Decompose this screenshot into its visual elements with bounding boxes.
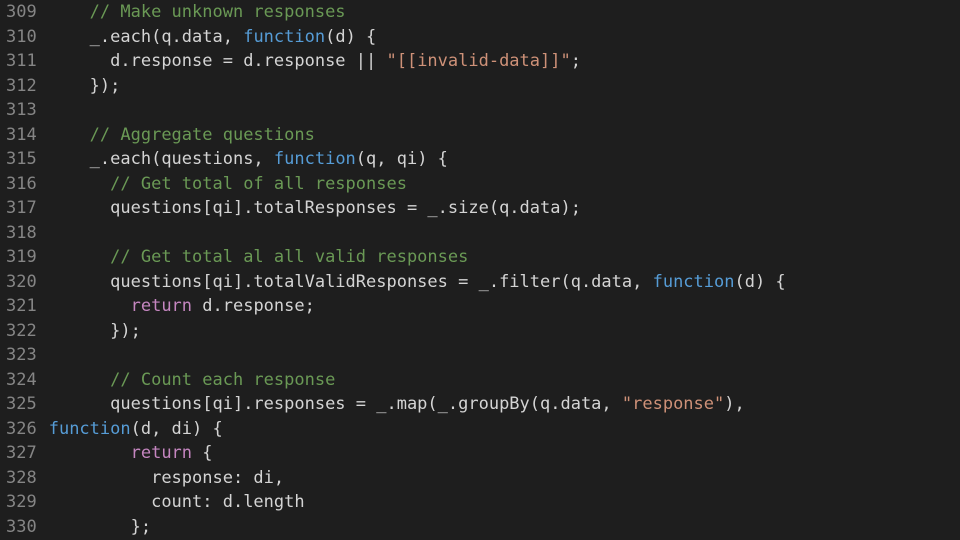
line-number: 326 xyxy=(6,417,37,442)
token: ; xyxy=(571,51,581,71)
token: "[[invalid-data]]" xyxy=(386,51,570,71)
line-number: 327 xyxy=(6,441,37,466)
line-number: 322 xyxy=(6,319,37,344)
line-number: 329 xyxy=(6,490,37,515)
token: (q, qi) { xyxy=(356,149,448,169)
token: return xyxy=(131,296,192,316)
line-number: 317 xyxy=(6,196,37,221)
line-number: 313 xyxy=(6,98,37,123)
line-number: 328 xyxy=(6,466,37,491)
token: }; xyxy=(131,517,151,537)
line-number: 311 xyxy=(6,49,37,74)
line-number: 325 xyxy=(6,392,37,417)
token: (d) { xyxy=(734,272,785,292)
code-line[interactable]: _.each(questions, function(q, qi) { xyxy=(49,147,960,172)
code-line[interactable]: // Make unknown responses xyxy=(49,0,960,25)
token: function xyxy=(243,27,325,47)
code-line[interactable]: response: di, xyxy=(49,466,960,491)
code-line[interactable]: function(d, di) { xyxy=(49,417,960,442)
code-line[interactable]: questions[qi].totalResponses = _.size(q.… xyxy=(49,196,960,221)
token: return xyxy=(131,443,192,463)
line-number: 309 xyxy=(6,0,37,25)
line-number: 314 xyxy=(6,123,37,148)
line-number-gutter: 3093103113123133143153163173183193203213… xyxy=(0,0,49,540)
line-number: 310 xyxy=(6,25,37,50)
token: { xyxy=(192,443,212,463)
code-line[interactable]: // Get total al all valid responses xyxy=(49,245,960,270)
line-number: 323 xyxy=(6,343,37,368)
line-number: 318 xyxy=(6,221,37,246)
code-line[interactable]: }); xyxy=(49,74,960,99)
token: // Get total of all responses xyxy=(110,174,407,194)
token: // Get total al all valid responses xyxy=(110,247,468,267)
token: _.each(questions, xyxy=(90,149,274,169)
line-number: 312 xyxy=(6,74,37,99)
token: function xyxy=(49,419,131,439)
line-number: 321 xyxy=(6,294,37,319)
code-line[interactable]: d.response = d.response || "[[invalid-da… xyxy=(49,49,960,74)
token: // Make unknown responses xyxy=(90,2,346,22)
token: _.each(q.data, xyxy=(90,27,244,47)
line-number: 319 xyxy=(6,245,37,270)
token: questions[qi].totalValidResponses = _.fi… xyxy=(110,272,652,292)
token: function xyxy=(653,272,735,292)
line-number: 315 xyxy=(6,147,37,172)
token: (d) { xyxy=(325,27,376,47)
code-line[interactable]: questions[qi].totalValidResponses = _.fi… xyxy=(49,270,960,295)
token: d.response = d.response || xyxy=(110,51,386,71)
token: // Count each response xyxy=(110,370,335,390)
code-area[interactable]: // Make unknown responses _.each(q.data,… xyxy=(49,0,960,540)
code-line[interactable]: // Get total of all responses xyxy=(49,172,960,197)
token: questions[qi].totalResponses = _.size(q.… xyxy=(110,198,581,218)
line-number: 320 xyxy=(6,270,37,295)
code-line[interactable] xyxy=(49,343,960,368)
code-line[interactable]: return d.response; xyxy=(49,294,960,319)
token: questions[qi].responses = _.map(_.groupB… xyxy=(110,394,622,414)
line-number: 330 xyxy=(6,515,37,540)
token: // Aggregate questions xyxy=(90,125,315,145)
code-line[interactable] xyxy=(49,98,960,123)
token: function xyxy=(274,149,356,169)
token: "response" xyxy=(622,394,724,414)
code-line[interactable]: _.each(q.data, function(d) { xyxy=(49,25,960,50)
token: response: di, xyxy=(151,468,284,488)
code-line[interactable] xyxy=(49,221,960,246)
code-editor[interactable]: 3093103113123133143153163173183193203213… xyxy=(0,0,960,540)
code-line[interactable]: }); xyxy=(49,319,960,344)
line-number: 324 xyxy=(6,368,37,393)
code-line[interactable]: }; xyxy=(49,515,960,540)
token: count: d.length xyxy=(151,492,305,512)
code-line[interactable]: // Count each response xyxy=(49,368,960,393)
token: d.response; xyxy=(192,296,315,316)
code-line[interactable]: // Aggregate questions xyxy=(49,123,960,148)
code-line[interactable]: questions[qi].responses = _.map(_.groupB… xyxy=(49,392,960,417)
token: (d, di) { xyxy=(131,419,223,439)
token: ), xyxy=(724,394,744,414)
code-line[interactable]: return { xyxy=(49,441,960,466)
token: }); xyxy=(90,76,121,96)
line-number: 316 xyxy=(6,172,37,197)
code-line[interactable]: count: d.length xyxy=(49,490,960,515)
token: }); xyxy=(110,321,141,341)
